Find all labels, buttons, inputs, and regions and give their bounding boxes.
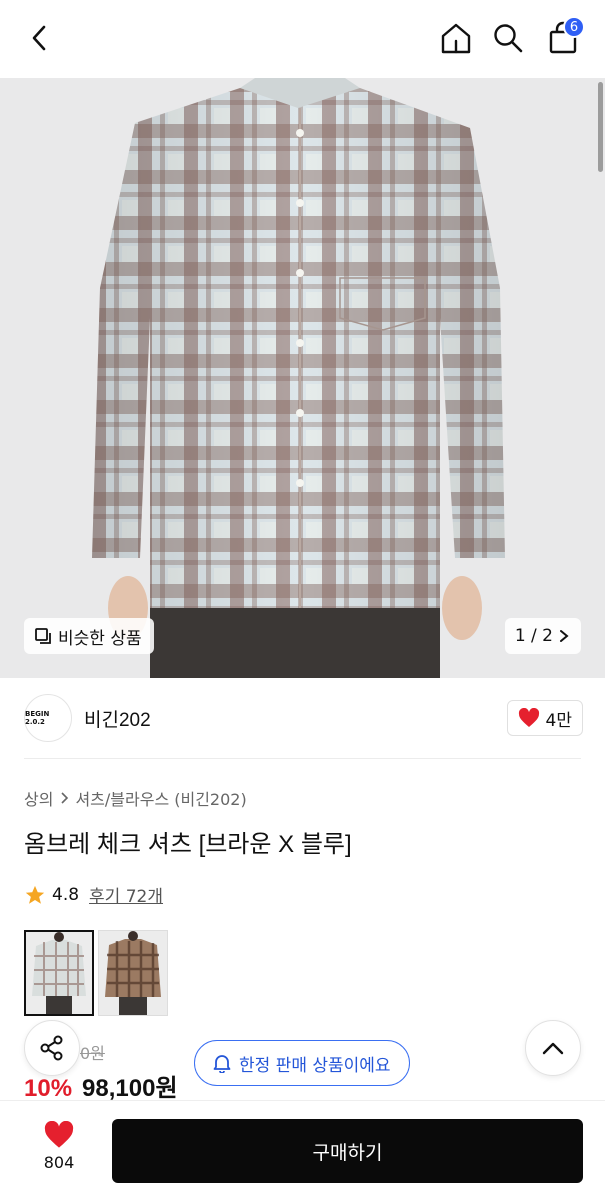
breadcrumb-category[interactable]: 상의	[24, 786, 53, 810]
breadcrumb: 상의 셔츠/블라우스 (비긴202)	[24, 786, 247, 810]
discount-rate: 10%	[24, 1075, 73, 1102]
reviews-link[interactable]: 후기 72개	[89, 882, 163, 907]
home-icon	[441, 23, 471, 54]
search-button[interactable]	[488, 18, 528, 58]
sale-price: 98,100원	[82, 1075, 178, 1102]
brand-logo[interactable]: BEGIN 2.0.2	[24, 694, 72, 742]
copy-icon	[35, 628, 51, 644]
limited-sale-label: 한정 판매 상품이에요	[239, 1055, 391, 1076]
chevron-up-icon	[542, 1042, 564, 1055]
limited-sale-banner[interactable]: 한정 판매 상품이에요	[194, 1040, 410, 1086]
heart-icon	[518, 708, 539, 727]
rating-row: 4.8 후기 72개	[24, 882, 163, 907]
brand-name[interactable]: 비긴202	[84, 705, 151, 732]
color-options	[24, 930, 168, 1016]
chevron-right-icon	[61, 792, 69, 804]
pager-text: 1 / 2	[514, 626, 553, 646]
heart-icon	[44, 1121, 74, 1148]
scrollbar[interactable]	[598, 82, 603, 172]
bell-icon	[213, 1055, 231, 1073]
brand-like-button[interactable]: 4만	[506, 700, 583, 736]
brand-like-count: 4만	[545, 710, 572, 731]
chevron-left-icon	[32, 25, 46, 51]
divider	[24, 758, 581, 759]
rating-value: 4.8	[52, 884, 80, 905]
original-price: 0원	[80, 1044, 105, 1063]
brand-row: BEGIN 2.0.2 비긴202 4만	[0, 678, 605, 760]
home-button[interactable]	[436, 18, 476, 58]
color-option-blue[interactable]	[24, 930, 94, 1016]
similar-products-label: 비슷한 상품	[58, 628, 142, 649]
buy-button[interactable]: 구매하기	[112, 1119, 583, 1183]
product-image-carousel[interactable]: 비슷한 상품 1 / 2	[0, 78, 605, 678]
top-header: 6	[0, 0, 605, 78]
scroll-to-top-button[interactable]	[525, 1020, 581, 1076]
star-icon	[25, 885, 45, 904]
color-option-brown[interactable]	[98, 930, 168, 1016]
buy-button-label: 구매하기	[312, 1142, 383, 1164]
thumbnail-image	[26, 932, 92, 1014]
similar-products-button[interactable]: 비슷한 상품	[24, 618, 154, 654]
cart-count-badge: 6	[563, 16, 585, 38]
breadcrumb-subcategory[interactable]: 셔츠/블라우스 (비긴202)	[75, 786, 246, 810]
thumbnail-image	[99, 931, 167, 1015]
share-button[interactable]	[24, 1020, 80, 1076]
product-photo	[0, 78, 605, 678]
image-pager[interactable]: 1 / 2	[504, 618, 581, 654]
product-title: 옴브레 체크 셔츠 [브라운 X 블루]	[24, 831, 352, 858]
share-icon	[40, 1035, 63, 1061]
search-icon	[494, 24, 523, 53]
chevron-right-icon	[560, 630, 569, 642]
bottom-action-bar: 804 구매하기	[0, 1100, 605, 1200]
brand-logo-text: BEGIN 2.0.2	[25, 710, 50, 726]
back-button[interactable]	[20, 18, 60, 58]
wishlist-count: 804	[43, 1153, 75, 1172]
wishlist-button[interactable]: 804	[30, 1121, 88, 1172]
cart-button[interactable]: 6	[543, 16, 585, 58]
